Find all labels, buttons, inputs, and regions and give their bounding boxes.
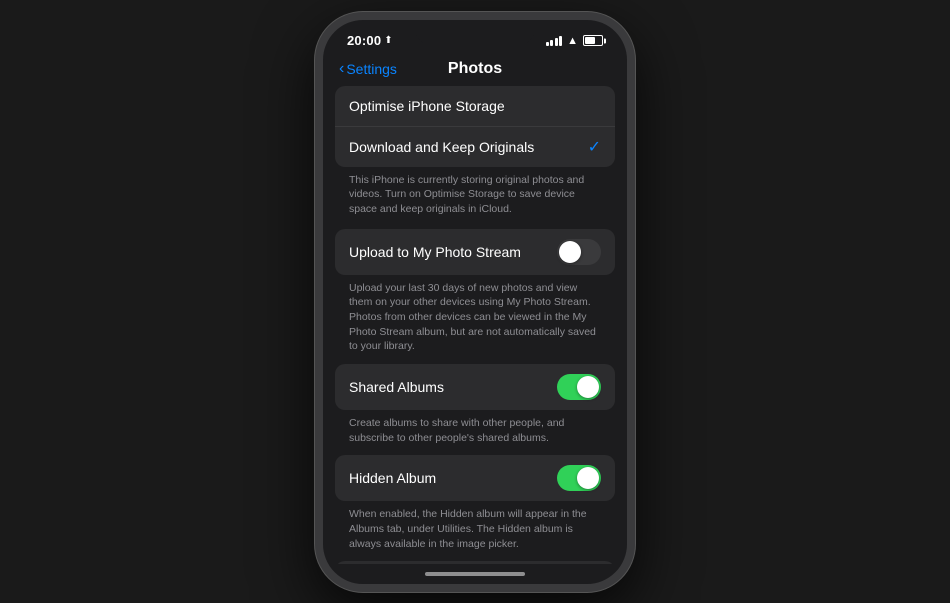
photo-stream-description: Upload your last 30 days of new photos a… [335,279,615,362]
shared-albums-group: Shared Albums [335,364,615,410]
download-originals-row[interactable]: Download and Keep Originals ✓ [335,126,615,167]
download-label: Download and Keep Originals [349,139,534,155]
notch [415,20,535,46]
photo-stream-section: Upload to My Photo Stream Upload your la… [323,229,627,364]
photo-stream-group: Upload to My Photo Stream [335,229,615,275]
back-label: Settings [346,61,397,77]
phone-screen: 20:00 ⬆ ▲ ‹ [323,20,627,584]
photo-stream-label: Upload to My Photo Stream [349,244,521,260]
shared-albums-toggle[interactable] [557,374,601,400]
home-indicator [323,564,627,584]
hidden-album-group: Hidden Album [335,455,615,501]
content-scroll: Optimise iPhone Storage Download and Kee… [323,86,627,564]
battery-icon [583,35,603,46]
page-title: Photos [448,60,502,78]
optimise-row[interactable]: Optimise iPhone Storage [335,86,615,126]
mobile-data-group: Mobile Data › [335,561,615,563]
phone-device: 20:00 ⬆ ▲ ‹ [315,12,635,592]
signal-icon [546,35,563,46]
toggle-knob [577,376,599,398]
mobile-data-row[interactable]: Mobile Data › [335,561,615,563]
shared-albums-label: Shared Albums [349,379,444,395]
hidden-album-toggle[interactable] [557,465,601,491]
hidden-album-label: Hidden Album [349,470,436,486]
hidden-album-row[interactable]: Hidden Album [335,455,615,501]
toggle-knob [559,241,581,263]
optimise-label: Optimise iPhone Storage [349,98,505,114]
shared-albums-description: Create albums to share with other people… [335,414,615,453]
photo-stream-toggle[interactable] [557,239,601,265]
mobile-data-section: Mobile Data › Turn off mobile data to re… [323,561,627,563]
location-arrow-icon: ⬆ [384,35,392,46]
toggle-knob [577,467,599,489]
icloud-section: Optimise iPhone Storage Download and Kee… [323,86,627,229]
icloud-description: This iPhone is currently storing origina… [335,171,615,225]
icloud-storage-group: Optimise iPhone Storage Download and Kee… [335,86,615,167]
nav-bar: ‹ Settings Photos [323,56,627,86]
back-chevron-icon: ‹ [339,60,344,78]
wifi-icon: ▲ [567,35,578,47]
checkmark-icon: ✓ [588,137,601,157]
home-bar [425,572,525,576]
back-button[interactable]: ‹ Settings [339,60,397,78]
shared-albums-section: Shared Albums Create albums to share wit… [323,364,627,455]
hidden-album-description: When enabled, the Hidden album will appe… [335,505,615,559]
shared-albums-row[interactable]: Shared Albums [335,364,615,410]
hidden-album-section: Hidden Album When enabled, the Hidden al… [323,455,627,561]
photo-stream-row[interactable]: Upload to My Photo Stream [335,229,615,275]
status-time: 20:00 [347,33,381,48]
status-icons: ▲ [546,35,603,47]
